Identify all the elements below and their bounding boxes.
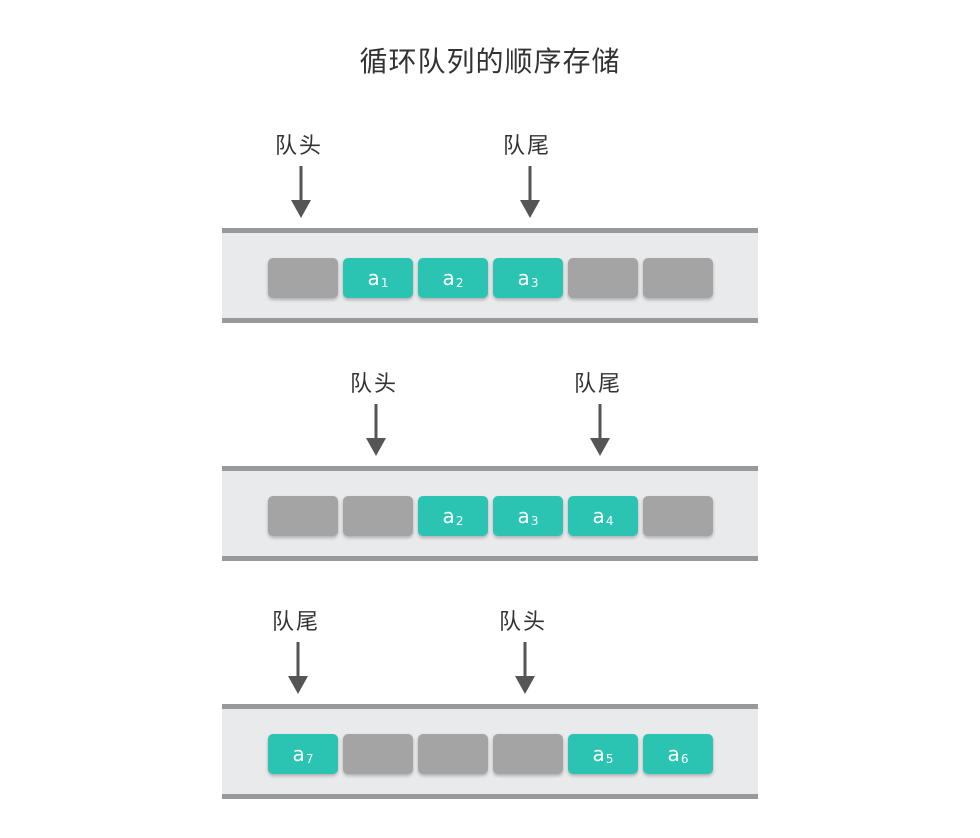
diagram-title: 循环队列的顺序存储	[359, 45, 621, 78]
row2-pointer-label-tail: 队尾	[574, 372, 623, 397]
row2-tail-arrow-icon	[590, 404, 610, 456]
row1-tail-arrow-icon	[520, 166, 540, 218]
row1-head-arrow-icon	[291, 166, 311, 218]
row1-cell-2: a2	[418, 258, 488, 298]
row3-cell-1	[343, 734, 413, 774]
row3-pointer-label-tail: 队尾	[272, 610, 321, 635]
row1-cell-0	[268, 258, 338, 298]
row1-cell-3: a3	[493, 258, 563, 298]
row2-cell-5	[643, 496, 713, 536]
row1-pointer-label-head: 队头	[275, 134, 324, 159]
row3-cell-3	[493, 734, 563, 774]
row3-pointer-label-head: 队头	[499, 610, 548, 635]
row3-tail-arrow-icon	[288, 642, 308, 694]
row2-queue-track: a2 a3 a4	[222, 466, 758, 561]
row3-cell-2	[418, 734, 488, 774]
row3-cell-0: a7	[268, 734, 338, 774]
row2-cell-4: a4	[568, 496, 638, 536]
row1-queue-track: a1 a2 a3	[222, 228, 758, 323]
row1-cell-1: a1	[343, 258, 413, 298]
row1-cell-4	[568, 258, 638, 298]
row1-cell-5	[643, 258, 713, 298]
row2-cell-0	[268, 496, 338, 536]
row2-cell-3: a3	[493, 496, 563, 536]
row3-cell-5: a6	[643, 734, 713, 774]
row2-cell-1	[343, 496, 413, 536]
row3-head-arrow-icon	[515, 642, 535, 694]
row2-cell-2: a2	[418, 496, 488, 536]
row2-head-arrow-icon	[366, 404, 386, 456]
row3-cell-4: a5	[568, 734, 638, 774]
row3-queue-track: a7 a5 a6	[222, 704, 758, 799]
row1-pointer-label-tail: 队尾	[503, 134, 552, 159]
row2-pointer-label-head: 队头	[350, 372, 399, 397]
